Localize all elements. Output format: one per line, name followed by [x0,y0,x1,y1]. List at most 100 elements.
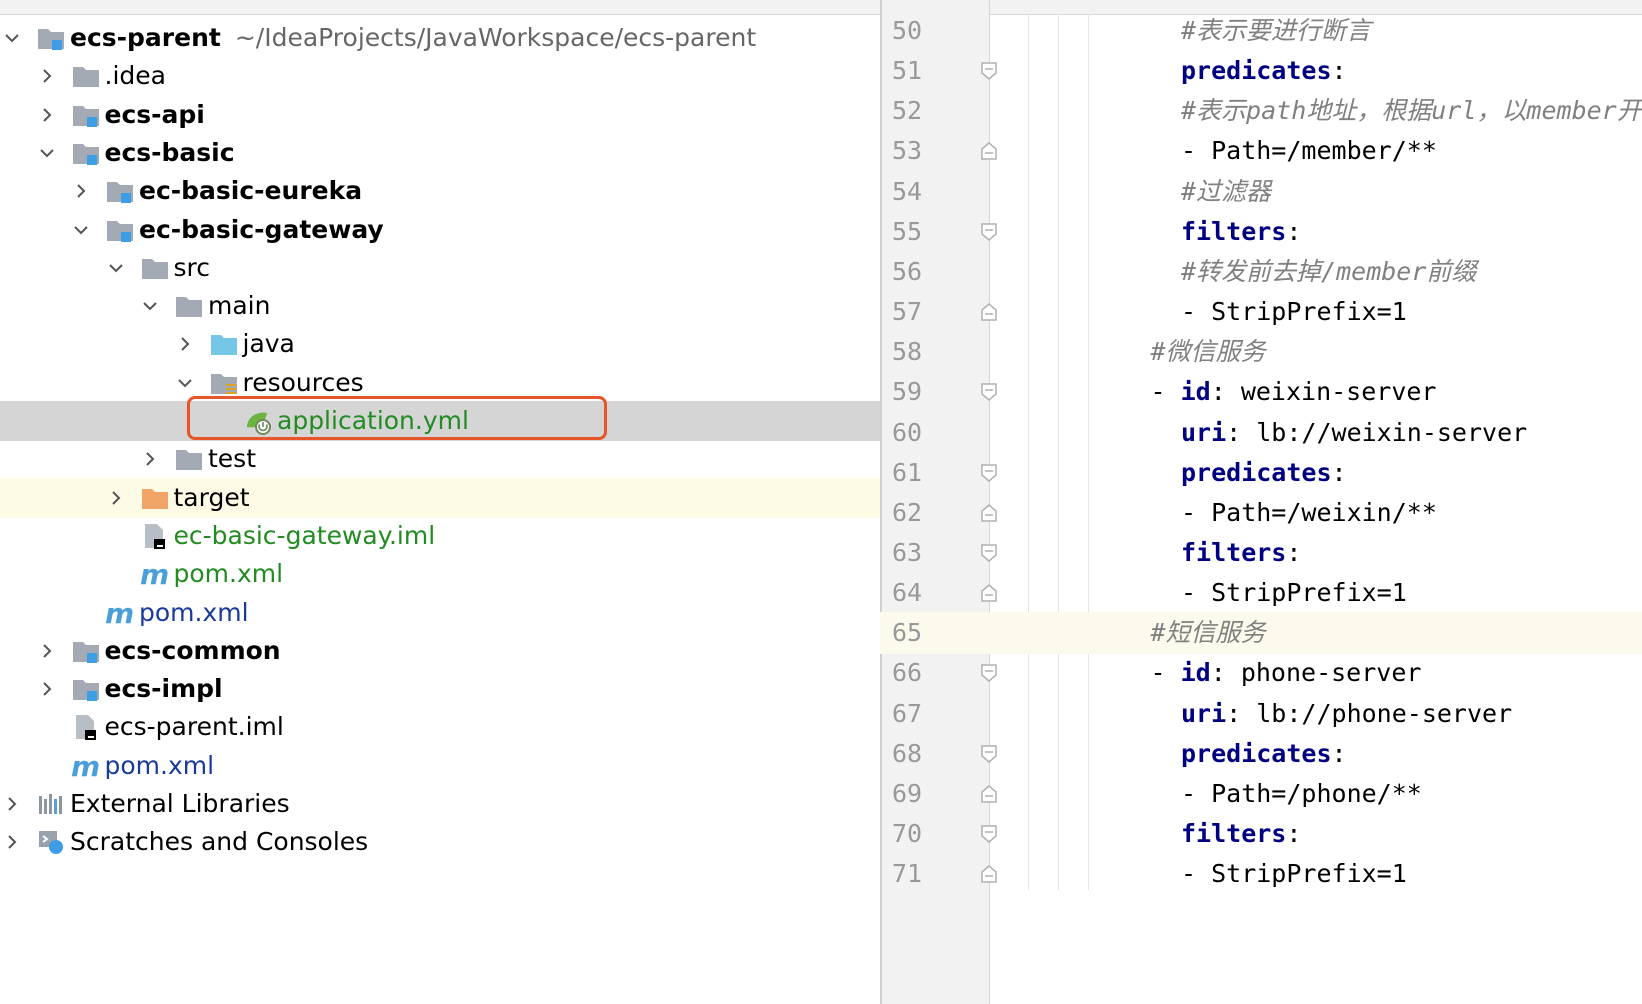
fold-open-icon[interactable] [980,222,998,242]
chevron-right-icon[interactable] [108,490,124,506]
chevron-right-icon[interactable] [39,643,55,659]
tree-item[interactable]: main [0,286,880,326]
line-number: 51 [892,56,923,86]
code-line[interactable]: 68 predicates: [880,733,1642,775]
tree-item[interactable]: m pom.xml [0,746,880,786]
tree-item-label: ecs-parent ~/IdeaProjects/JavaWorkspace/e… [70,18,756,58]
code-line[interactable]: 62 - Path=/weixin/** [880,492,1642,534]
fold-end-icon[interactable] [980,864,998,884]
tree-item[interactable]: .idea [0,56,880,96]
yaml-value: - [1150,377,1181,407]
fold-end-icon[interactable] [980,503,998,523]
code-line[interactable]: 67 uri: lb://phone-server [880,693,1642,735]
fold-open-icon[interactable] [980,463,998,483]
tree-item[interactable]: java [0,324,880,364]
chevron-right-icon[interactable] [4,796,20,812]
chevron-right-icon[interactable] [39,107,55,123]
tree-item[interactable]: ecs-basic [0,133,880,173]
chevron-right-icon[interactable] [39,681,55,697]
tree-item[interactable]: target [0,477,880,518]
tree-item-label: pom.xml [105,746,215,786]
tree-item[interactable]: ecs-parent.iml [0,707,880,747]
tree-item-label: ec-basic-gateway [139,210,384,250]
tree-item[interactable]: ec-basic-gateway.iml [0,516,880,556]
code-line[interactable]: 54 #过滤器 [880,171,1642,213]
code-line[interactable]: 50 #表示要进行断言 [880,10,1642,52]
fold-open-icon[interactable] [980,61,998,81]
chevron-right-icon[interactable] [142,451,158,467]
code-line[interactable]: 52 #表示path地址，根据url，以member开头 [880,90,1642,132]
code-line[interactable]: 60 uri: lb://weixin-server [880,412,1642,454]
tree-item-name: java [242,329,295,359]
tree-item-label: Scratches and Consoles [70,822,368,862]
code-line[interactable]: 63 filters: [880,532,1642,574]
code-line[interactable]: 65 #短信服务 [880,612,1642,655]
code-line[interactable]: 55 filters: [880,211,1642,253]
fold-open-icon[interactable] [980,824,998,844]
chevron-down-icon[interactable] [108,260,124,276]
code-line[interactable]: 58 #微信服务 [880,331,1642,373]
code-line[interactable]: 56 #转发前去掉/member前缀 [880,251,1642,293]
fold-open-icon[interactable] [980,382,998,402]
fold-end-icon[interactable] [980,583,998,603]
tree-item[interactable]: test [0,439,880,479]
chevron-down-icon[interactable] [39,145,55,161]
fold-open-icon[interactable] [980,663,998,683]
highlight-annotation-box [187,396,607,440]
code-line[interactable]: 66 - id: phone-server [880,652,1642,694]
fold-end-icon[interactable] [980,302,998,322]
tree-item[interactable]: ec-basic-gateway [0,210,880,250]
tree-item[interactable]: ec-basic-eureka [0,171,880,211]
chevron-right-icon[interactable] [4,834,20,850]
chevron-right-icon[interactable] [73,183,89,199]
yaml-key: filters [1181,216,1287,246]
code-line[interactable]: 61 predicates: [880,452,1642,494]
chevron-down-icon[interactable] [177,375,193,391]
tree-item-name: Scratches and Consoles [70,827,369,857]
tree-item[interactable]: ecs-common [0,631,880,671]
tree-item[interactable]: ecs-impl [0,669,880,709]
tree-item[interactable]: src [0,248,880,288]
tree-item-name: main [208,291,271,321]
code-line[interactable]: 59 - id: weixin-server [880,371,1642,413]
line-number: 56 [892,256,923,286]
chevron-right-icon[interactable] [177,336,193,352]
yaml-comment: #短信服务 [1150,618,1266,648]
tree-item[interactable]: External Libraries [0,784,880,824]
yaml-key: predicates [1181,457,1332,487]
fold-open-icon[interactable] [980,744,998,764]
line-number: 65 [892,618,923,648]
line-number: 58 [892,337,923,367]
chevron-down-icon[interactable] [73,222,89,238]
code-line[interactable]: 71 - StripPrefix=1 [880,853,1642,895]
tree-item-label: ecs-common [105,631,281,671]
code-line[interactable]: 53 - Path=/member/** [880,130,1642,172]
tree-item[interactable]: Scratches and Consoles [0,822,880,862]
fold-open-icon[interactable] [980,543,998,563]
code-line[interactable]: 70 filters: [880,813,1642,855]
project-tree-panel: ecs-parent ~/IdeaProjects/JavaWorkspace/e… [0,0,880,1004]
yaml-value: : [1286,819,1302,848]
code-line[interactable]: 51 predicates: [880,50,1642,92]
excluded-folder-icon [140,484,170,512]
tree-item-label: ecs-impl [105,669,223,709]
yaml-value: : [1331,457,1347,487]
fold-end-icon[interactable] [980,141,998,161]
chevron-down-icon[interactable] [4,30,20,46]
chevron-down-icon[interactable] [142,298,158,314]
yaml-key: id [1180,377,1211,407]
yaml-key: filters [1181,819,1287,848]
folder-icon [174,292,204,320]
code-text: - StripPrefix=1 [1181,291,1407,333]
fold-end-icon[interactable] [980,784,998,804]
chevron-right-icon[interactable] [39,68,55,84]
code-line[interactable]: 64 - StripPrefix=1 [880,572,1642,614]
tree-item[interactable]: m pom.xml [0,593,880,633]
line-number: 60 [892,417,923,447]
tree-item[interactable]: ecs-api [0,95,880,135]
line-number: 63 [892,537,923,567]
tree-item[interactable]: m pom.xml [0,554,880,594]
tree-item[interactable]: ecs-parent ~/IdeaProjects/JavaWorkspace/e… [0,18,880,58]
code-line[interactable]: 69 - Path=/phone/** [880,773,1642,815]
code-line[interactable]: 57 - StripPrefix=1 [880,291,1642,333]
